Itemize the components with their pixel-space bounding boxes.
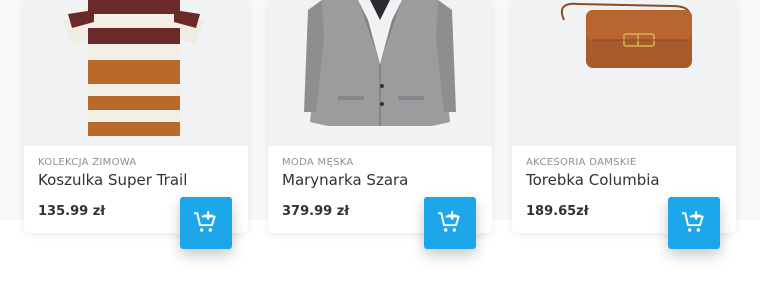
brown-handbag-image (560, 2, 692, 68)
grey-blazer-image (304, 0, 456, 126)
add-to-cart-icon (438, 211, 460, 232)
product-category: MODA MĘSKA (282, 157, 354, 168)
product-name[interactable]: Torebka Columbia (526, 171, 660, 189)
product-image[interactable] (24, 0, 248, 146)
add-to-cart-icon (194, 211, 216, 232)
add-to-cart-button[interactable] (424, 197, 476, 249)
product-card[interactable]: AKCESORIA DAMSKIE Torebka Columbia 189.6… (512, 0, 736, 249)
add-to-cart-button[interactable] (668, 197, 720, 249)
product-price: 189.65zł (526, 204, 589, 219)
product-price: 135.99 zł (38, 204, 106, 219)
product-category: AKCESORIA DAMSKIE (526, 157, 637, 168)
product-image[interactable] (268, 0, 492, 146)
product-price: 379.99 zł (282, 204, 350, 219)
add-to-cart-button[interactable] (180, 197, 232, 249)
product-card[interactable]: MODA MĘSKA Marynarka Szara 379.99 zł (268, 0, 492, 249)
product-card[interactable]: KOLEKCJA ZIMOWA Koszulka Super Trail 135… (24, 0, 248, 249)
striped-tshirt-image (64, 0, 204, 136)
product-name[interactable]: Koszulka Super Trail (38, 171, 187, 189)
add-to-cart-icon (682, 211, 704, 232)
product-category: KOLEKCJA ZIMOWA (38, 157, 137, 168)
product-name[interactable]: Marynarka Szara (282, 171, 408, 189)
product-image[interactable] (512, 0, 736, 146)
